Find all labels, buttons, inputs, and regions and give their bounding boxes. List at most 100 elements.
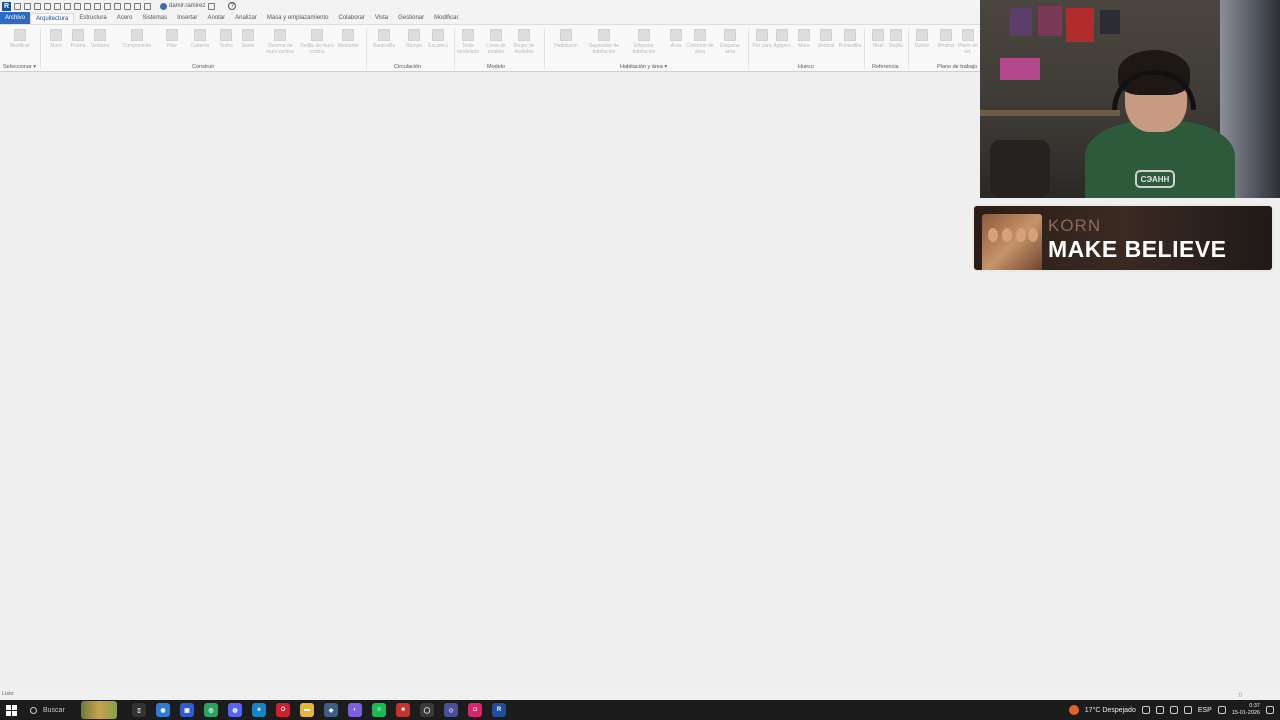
mic-icon[interactable] — [1183, 706, 1192, 714]
railing-button[interactable]: Barandilla — [372, 29, 396, 49]
area-boundary-button[interactable]: Contorno de área — [686, 29, 714, 55]
user-account[interactable]: damir.ramirez — [160, 2, 205, 10]
ceiling-button[interactable]: Techo — [214, 29, 238, 49]
volume-icon[interactable] — [1169, 706, 1178, 714]
dimension-icon[interactable] — [84, 2, 91, 10]
help-icon[interactable]: ? — [228, 2, 237, 10]
room-separator-button[interactable]: Separador de habitación — [586, 29, 622, 55]
save-icon[interactable] — [24, 2, 31, 10]
tab-estructura[interactable]: Estructura — [74, 13, 111, 24]
modify-button[interactable]: Modificar — [8, 29, 32, 49]
window-button[interactable]: Ventana — [88, 29, 112, 49]
language-indicator[interactable]: ESP — [1198, 707, 1212, 714]
store-icon[interactable]: ▣ — [180, 703, 194, 717]
panel-model-label: Modelo — [487, 64, 506, 70]
undo-icon[interactable] — [44, 2, 51, 10]
room-button[interactable]: Habitación — [552, 29, 580, 49]
switch-windows-icon[interactable] — [134, 2, 141, 10]
wall-button[interactable]: Muro — [44, 29, 68, 49]
wall-opening-button[interactable]: Muro — [792, 29, 816, 49]
opera-icon[interactable]: O — [276, 703, 290, 717]
area-boundary-icon — [694, 29, 706, 41]
messenger-icon[interactable]: ◐ — [348, 703, 362, 717]
vertical-button[interactable]: Vertical — [814, 29, 838, 49]
network-icon[interactable] — [1155, 706, 1164, 714]
stair-button[interactable]: Escalera — [426, 29, 450, 49]
revit-icon[interactable]: R — [492, 703, 506, 717]
task-view-icon[interactable]: ▯ — [132, 703, 146, 717]
tab-analizar[interactable]: Analizar — [230, 13, 262, 24]
close-windows-icon[interactable] — [124, 2, 131, 10]
dormer-button[interactable]: Buhardilla — [838, 29, 862, 49]
tab-arquitectura[interactable]: Arquitectura — [30, 13, 75, 24]
now-playing-widget: KORN MAKE BELIEVE — [972, 204, 1274, 272]
ramp-button[interactable]: Rampa — [402, 29, 426, 49]
show-workplane-button[interactable]: Mostrar — [934, 29, 958, 49]
mullion-button[interactable]: Montante — [336, 29, 360, 49]
panel-select-dropdown[interactable]: Seleccionar ▾ — [3, 64, 36, 70]
door-button[interactable]: Puerta — [66, 29, 90, 49]
copilot-icon[interactable]: ◉ — [156, 703, 170, 717]
instagram-icon[interactable]: ◘ — [468, 703, 482, 717]
panel-circulation-label: Circulación — [394, 64, 422, 70]
sync-icon[interactable] — [34, 2, 41, 10]
start-button[interactable] — [0, 700, 22, 720]
area-button[interactable]: Área — [664, 29, 688, 49]
explorer-icon[interactable]: ▬ — [300, 703, 314, 717]
3d-view-icon[interactable] — [104, 2, 111, 10]
taskbar-search[interactable]: Buscar — [22, 700, 122, 720]
measure-icon[interactable] — [74, 2, 81, 10]
wifi-icon[interactable] — [1217, 706, 1226, 714]
set-workplane-button[interactable]: Definir — [910, 29, 934, 49]
tag-room-button[interactable]: Etiquetar habitación — [626, 29, 662, 55]
edge-icon[interactable]: e — [252, 703, 266, 717]
model-line-button[interactable]: Línea de modelo — [484, 29, 508, 55]
tab-acero[interactable]: Acero — [112, 13, 138, 24]
panel-room-dropdown[interactable]: Habitación y área ▾ — [620, 64, 667, 70]
obs-icon[interactable]: ◯ — [420, 703, 434, 717]
binoculars-icon[interactable] — [144, 2, 151, 10]
weather-text[interactable]: 17°C Despejado — [1085, 707, 1136, 714]
tab-sistemas[interactable]: Sistemas — [137, 13, 172, 24]
tab-modificar[interactable]: Modificar — [429, 13, 463, 24]
text-icon[interactable] — [94, 2, 101, 10]
print-icon[interactable] — [64, 2, 71, 10]
ref-plane-button[interactable]: Plano de ref. — [956, 29, 980, 55]
spotify-icon[interactable]: ≡ — [372, 703, 386, 717]
grid-button[interactable]: Rejilla — [884, 29, 908, 49]
ref-plane-icon — [962, 29, 974, 41]
notifications-icon[interactable] — [1266, 706, 1274, 714]
roof-button[interactable]: Cubierta — [188, 29, 212, 49]
sketchup-icon[interactable]: ◇ — [444, 703, 458, 717]
shaft-button[interactable]: Agujero — [770, 29, 794, 49]
redo-icon[interactable] — [54, 2, 61, 10]
tab-insertar[interactable]: Insertar — [172, 13, 202, 24]
model-group-button[interactable]: Grupo de modelos — [512, 29, 536, 55]
curtain-grid-button[interactable]: Rejilla de muro cortina — [300, 29, 334, 55]
tab-masa[interactable]: Masa y emplazamiento — [262, 13, 334, 24]
discord-icon[interactable]: ◍ — [228, 703, 242, 717]
whatsapp-icon[interactable]: ◎ — [204, 703, 218, 717]
model-text-button[interactable]: Texto modelado — [456, 29, 480, 55]
ribbon-tabs: Archivo Arquitectura Estructura Acero Si… — [0, 12, 980, 24]
tab-gestionar[interactable]: Gestionar — [393, 13, 429, 24]
revit-logo-icon[interactable]: R — [2, 1, 11, 11]
tag-area-button[interactable]: Etiquetar área — [716, 29, 744, 55]
cart-icon[interactable] — [208, 2, 216, 10]
recorder-icon[interactable]: ■ — [396, 703, 410, 717]
column-button[interactable]: Pilar — [160, 29, 184, 49]
panel-opening-label: Hueco — [798, 64, 814, 70]
curtain-system-button[interactable]: Sistema de muro cortina — [262, 29, 298, 55]
vscode-icon[interactable]: ◆ — [324, 703, 338, 717]
floor-button[interactable]: Suelo — [236, 29, 260, 49]
weather-icon[interactable] — [1068, 705, 1079, 715]
clock[interactable]: 0:37 15-01-2026 — [1232, 703, 1260, 717]
section-icon[interactable] — [114, 2, 121, 10]
component-button[interactable]: Componente — [122, 29, 152, 49]
chevron-up-icon[interactable] — [1141, 706, 1150, 714]
tab-archivo[interactable]: Archivo — [0, 12, 31, 24]
open-icon[interactable] — [14, 2, 21, 10]
tab-vista[interactable]: Vista — [370, 13, 393, 24]
tab-colaborar[interactable]: Colaborar — [334, 13, 370, 24]
tab-anotar[interactable]: Anotar — [202, 13, 230, 24]
